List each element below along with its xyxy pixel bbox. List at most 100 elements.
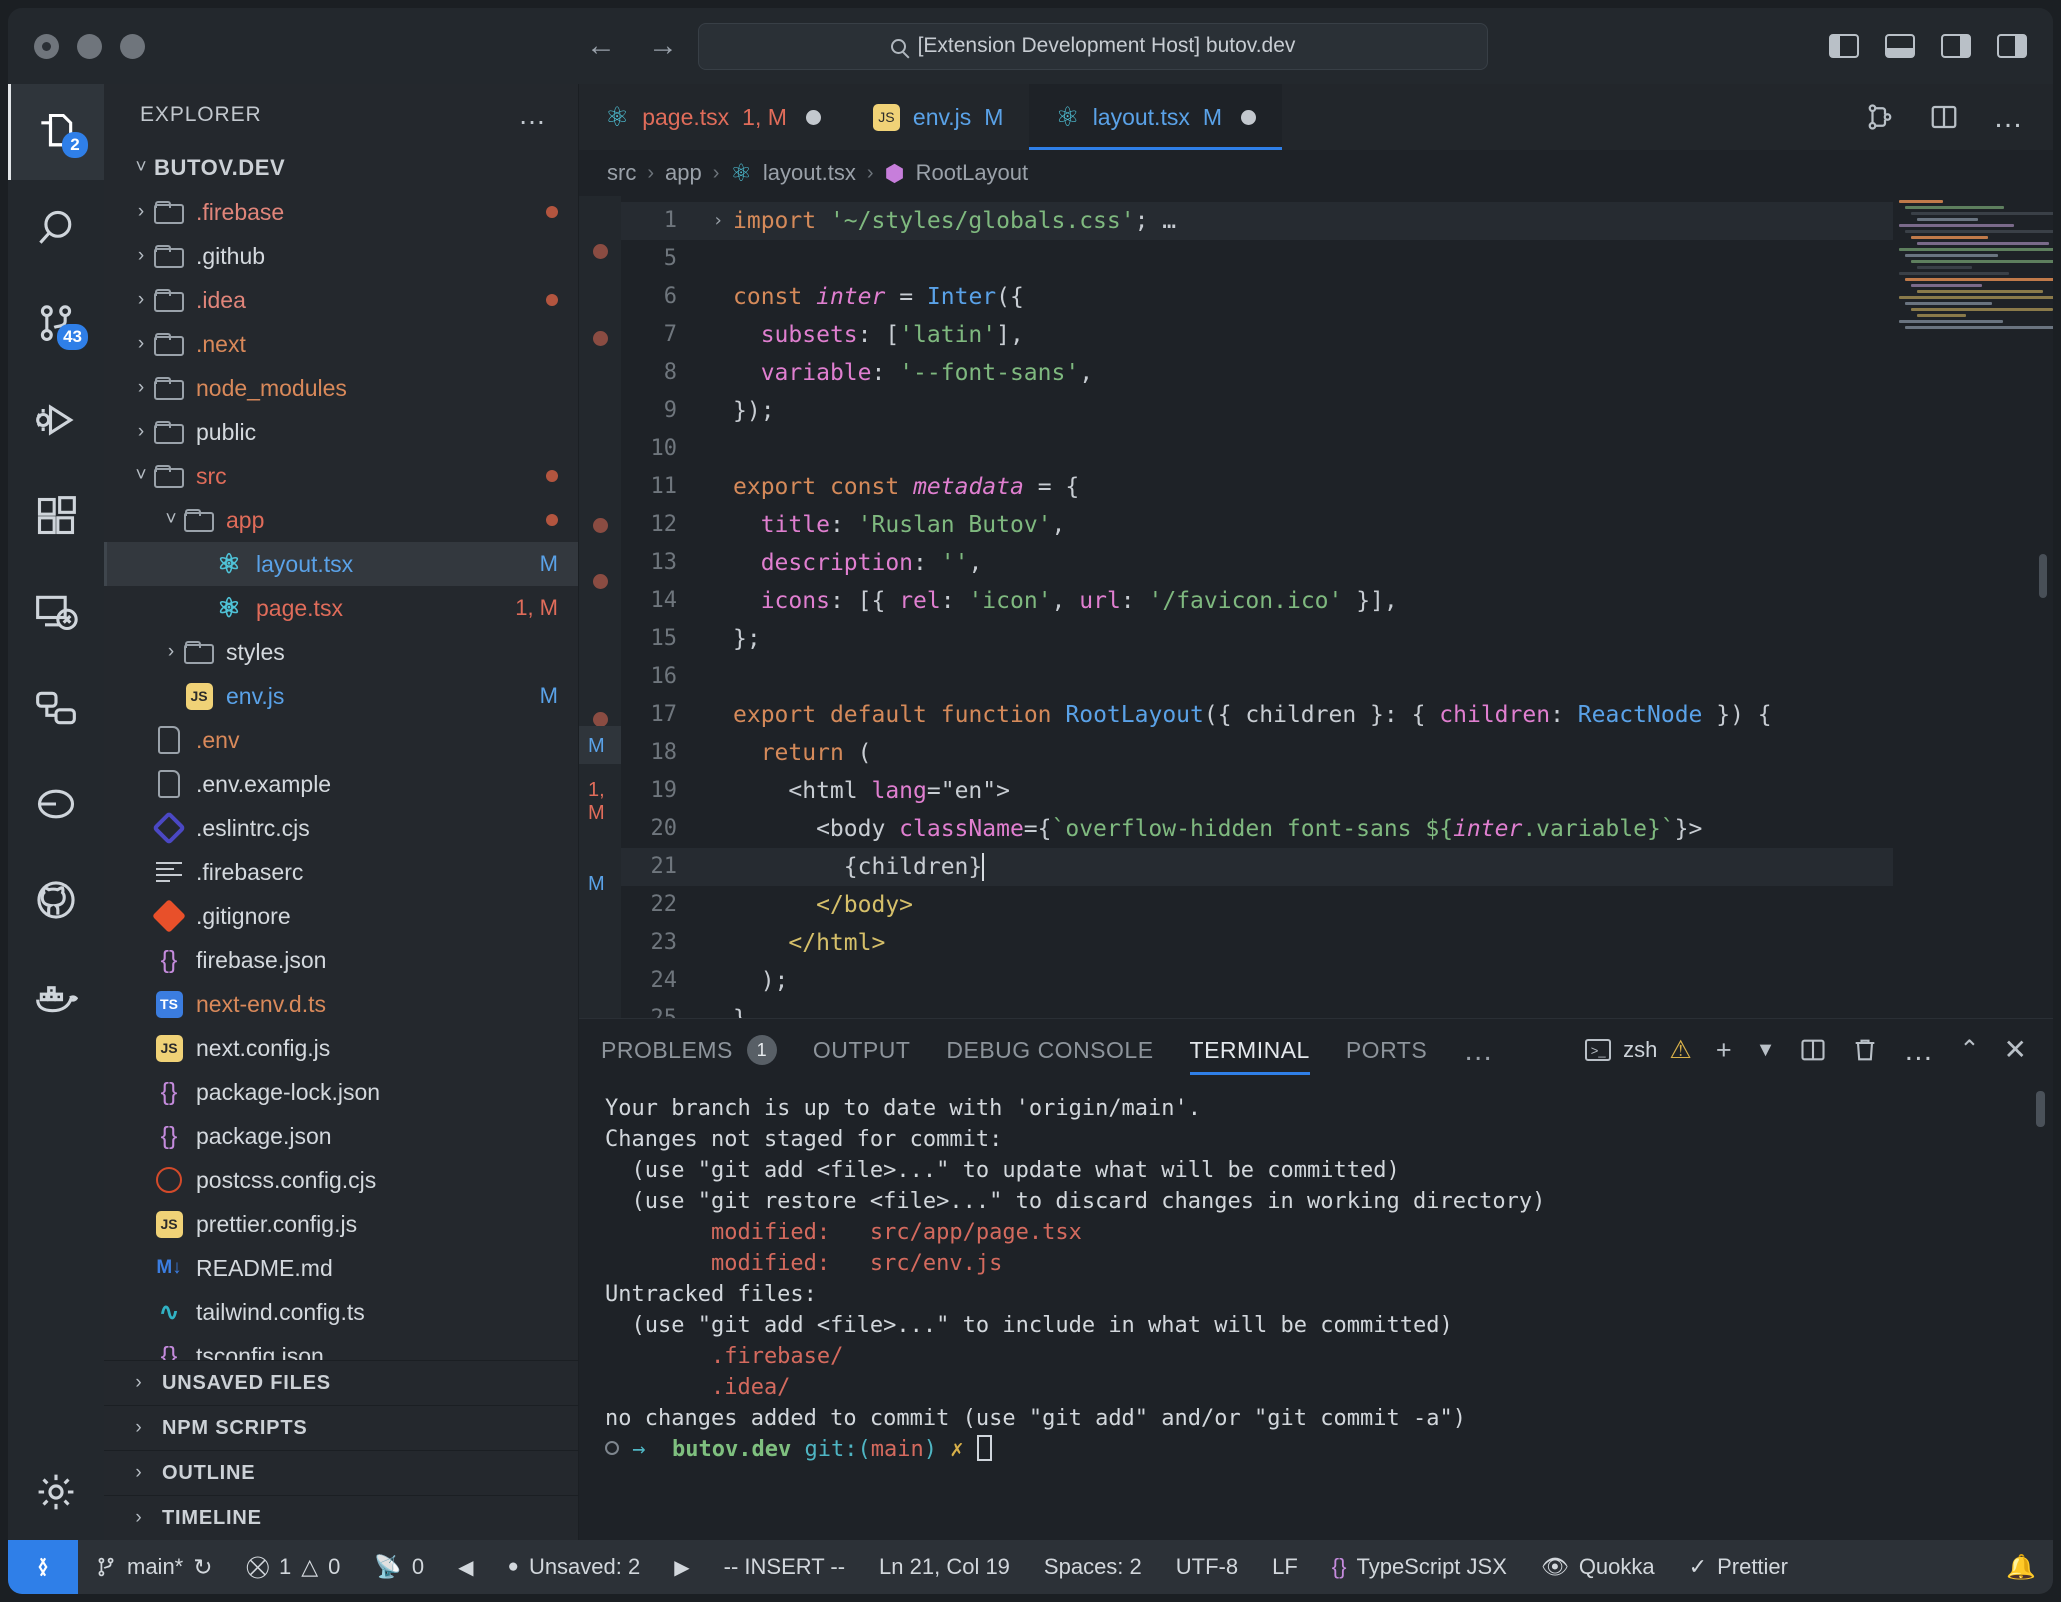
code-line[interactable]: 25}	[621, 1000, 2053, 1018]
code-line[interactable]: 20 <body className={`overflow-hidden fon…	[621, 810, 2053, 848]
panel-more-actions-icon[interactable]: …	[1903, 1043, 1935, 1058]
activity-item-manage[interactable]	[8, 1444, 104, 1540]
code-line[interactable]: 7 subsets: ['latin'],	[621, 316, 2053, 354]
code-line[interactable]: 19 <html lang="en">	[621, 772, 2053, 810]
sidebar-section-unsaved-files[interactable]: ›UNSAVED FILES	[104, 1360, 578, 1405]
tab-terminal[interactable]: TERMINAL	[1190, 1019, 1310, 1081]
sidebar-section-timeline[interactable]: ›TIMELINE	[104, 1495, 578, 1540]
tab-dirty-indicator[interactable]	[1241, 110, 1256, 125]
code-line[interactable]: 10	[621, 430, 2053, 468]
tree-item-page-tsx[interactable]: ⚛page.tsx1, M	[104, 586, 578, 630]
tree-item-node-modules[interactable]: ›node_modules	[104, 366, 578, 410]
status-language-mode[interactable]: {} TypeScript JSX	[1315, 1540, 1524, 1594]
editor-scrollbar-thumb[interactable]	[2039, 554, 2047, 598]
code-line[interactable]: 21 {children}	[621, 848, 2053, 886]
tree-item-tailwind-config-ts[interactable]: ∿tailwind.config.ts	[104, 1290, 578, 1334]
breadcrumb-src[interactable]: src	[607, 160, 636, 186]
terminal-output[interactable]: Your branch is up to date with 'origin/m…	[579, 1081, 2053, 1540]
breadcrumb-app[interactable]: app	[665, 160, 702, 186]
tree-item-styles[interactable]: ›styles	[104, 630, 578, 674]
tree-item-github[interactable]: ›.github	[104, 234, 578, 278]
status-problems[interactable]: ⛒ 1 △ 0	[230, 1540, 358, 1594]
chevron-down-icon[interactable]: ▼	[1756, 1040, 1776, 1060]
tree-item-readme-md[interactable]: M↓README.md	[104, 1246, 578, 1290]
tree-item-public[interactable]: ›public	[104, 410, 578, 454]
terminal-scrollbar-thumb[interactable]	[2036, 1091, 2045, 1127]
tree-item-firebaserc[interactable]: .firebaserc	[104, 850, 578, 894]
close-window-button[interactable]	[34, 34, 59, 59]
chevron-right-icon[interactable]: ›	[128, 377, 154, 399]
code-line[interactable]: 24 );	[621, 962, 2053, 1000]
code-line[interactable]: 16	[621, 658, 2053, 696]
code-line[interactable]: 14 icons: [{ rel: 'icon', url: '/favicon…	[621, 582, 2053, 620]
code-line[interactable]: 17export default function RootLayout({ c…	[621, 696, 2053, 734]
status-unsaved[interactable]: ● Unsaved: 2	[490, 1540, 657, 1594]
sidebar-section-outline[interactable]: ›OUTLINE	[104, 1450, 578, 1495]
split-terminal-icon[interactable]	[1799, 1036, 1827, 1064]
tree-item-firebase-json[interactable]: {}firebase.json	[104, 938, 578, 982]
toggle-panel-icon[interactable]	[1885, 34, 1915, 58]
activity-item-source-control[interactable]: 43	[8, 276, 104, 372]
tree-item-src[interactable]: ˅src	[104, 454, 578, 498]
tree-item-eslintrc-cjs[interactable]: .eslintrc.cjs	[104, 806, 578, 850]
toggle-primary-sidebar-icon[interactable]	[1829, 34, 1859, 58]
activity-item-extensions[interactable]	[8, 468, 104, 564]
sidebar-more-actions-icon[interactable]: …	[518, 108, 548, 122]
tab-env-js[interactable]: JS env.js M	[847, 84, 1030, 150]
chevron-right-icon[interactable]: ›	[158, 641, 184, 663]
tree-item-app[interactable]: ˅app	[104, 498, 578, 542]
sidebar-section-npm-scripts[interactable]: ›NPM SCRIPTS	[104, 1405, 578, 1450]
tree-item-package-json[interactable]: {}package.json	[104, 1114, 578, 1158]
chevron-right-icon[interactable]: ›	[128, 289, 154, 311]
status-prettier[interactable]: ✓ Prettier	[1672, 1540, 1805, 1594]
source-control-graph-icon[interactable]	[1865, 102, 1895, 132]
code-line[interactable]: 5	[621, 240, 2053, 278]
maximize-panel-icon[interactable]: ⌃	[1959, 1038, 1979, 1062]
code-line[interactable]: 6const inter = Inter({	[621, 278, 2053, 316]
command-center[interactable]: [Extension Development Host] butov.dev	[698, 23, 1488, 70]
code-line[interactable]: 1›import '~/styles/globals.css'; …	[621, 202, 2053, 240]
activity-item-docker[interactable]	[8, 948, 104, 1044]
new-terminal-icon[interactable]: +	[1716, 1037, 1732, 1064]
activity-item-testing[interactable]	[8, 660, 104, 756]
status-ports[interactable]: 📡 0	[357, 1540, 441, 1594]
tree-item-prettier-config-js[interactable]: JSprettier.config.js	[104, 1202, 578, 1246]
code-line[interactable]: 11export const metadata = {	[621, 468, 2053, 506]
customize-layout-icon[interactable]	[1997, 34, 2027, 58]
code-line[interactable]: 9});	[621, 392, 2053, 430]
tree-item-postcss-config-cjs[interactable]: postcss.config.cjs	[104, 1158, 578, 1202]
tree-item-tsconfig-json[interactable]: {}tsconfig.json	[104, 1334, 578, 1360]
tab-page-tsx[interactable]: ⚛ page.tsx 1, M	[579, 84, 847, 150]
status-encoding[interactable]: UTF-8	[1159, 1540, 1255, 1594]
code-line[interactable]: 23 </html>	[621, 924, 2053, 962]
status-branch[interactable]: main* ↻	[78, 1540, 230, 1594]
sync-icon[interactable]: ↻	[193, 1554, 212, 1581]
tree-item-layout-tsx[interactable]: ⚛layout.tsxM	[104, 542, 578, 586]
close-panel-icon[interactable]: ✕	[2004, 1036, 2027, 1064]
tree-item-next-env-d-ts[interactable]: TSnext-env.d.ts	[104, 982, 578, 1026]
status-next-change[interactable]: ▶	[657, 1540, 706, 1594]
split-editor-icon[interactable]	[1929, 102, 1959, 132]
status-eol[interactable]: LF	[1255, 1540, 1315, 1594]
tree-item-firebase[interactable]: ›.firebase	[104, 190, 578, 234]
activity-item-github[interactable]	[8, 852, 104, 948]
tree-item-env-example[interactable]: .env.example	[104, 762, 578, 806]
status-indentation[interactable]: Spaces: 2	[1027, 1540, 1159, 1594]
tab-debug-console[interactable]: DEBUG CONSOLE	[946, 1019, 1153, 1081]
forward-arrow-icon[interactable]: →	[648, 31, 678, 61]
activity-item-run-and-debug[interactable]	[8, 372, 104, 468]
tab-output[interactable]: OUTPUT	[813, 1019, 911, 1081]
status-quokka[interactable]: 👁 Quokka	[1524, 1540, 1672, 1594]
breadcrumb-symbol[interactable]: RootLayout	[916, 160, 1029, 186]
tab-ports[interactable]: PORTS	[1346, 1019, 1427, 1081]
terminal-shell-chip[interactable]: >_ zsh ⚠	[1585, 1035, 1692, 1065]
kill-terminal-icon[interactable]	[1851, 1036, 1879, 1064]
code-line[interactable]: 22 </body>	[621, 886, 2053, 924]
tree-item-idea[interactable]: ›.idea	[104, 278, 578, 322]
fold-chevron-icon[interactable]: ›	[703, 202, 733, 240]
code-line[interactable]: 18 return (	[621, 734, 2053, 772]
code-line[interactable]: 12 title: 'Ruslan Butov',	[621, 506, 2053, 544]
status-notifications[interactable]: 🔔	[1989, 1540, 2053, 1594]
activity-item-quokka[interactable]	[8, 756, 104, 852]
remote-window-indicator[interactable]	[8, 1540, 78, 1594]
